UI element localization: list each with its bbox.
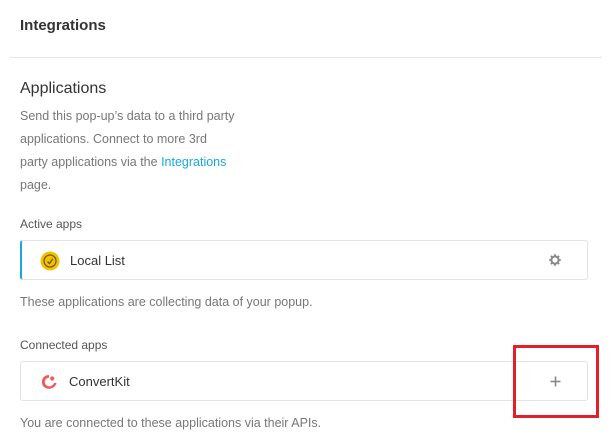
- applications-title: Applications: [20, 80, 107, 97]
- gear-icon[interactable]: [545, 250, 565, 270]
- connected-apps-label: Connected apps: [20, 338, 108, 352]
- local-list-icon: [40, 251, 60, 271]
- connected-apps-note: You are connected to these applications …: [20, 416, 322, 430]
- header-divider: [10, 57, 602, 58]
- active-apps-label: Active apps: [20, 217, 83, 231]
- integrations-link[interactable]: Integrations: [161, 155, 226, 169]
- active-app-local-list[interactable]: Local List: [20, 240, 588, 280]
- panel-header: Integrations: [0, 0, 610, 56]
- app-name: ConvertKit: [69, 374, 130, 389]
- app-name: Local List: [70, 253, 125, 268]
- convertkit-icon: [39, 372, 59, 392]
- panel-title: Integrations: [20, 17, 106, 34]
- connected-app-convertkit[interactable]: ConvertKit: [20, 361, 588, 401]
- highlight-annotation: [513, 345, 599, 418]
- applications-description: Send this pop-up’s data to a third party…: [20, 105, 235, 197]
- description-suffix: page.: [20, 178, 52, 192]
- active-apps-note: These applications are collecting data o…: [20, 295, 313, 309]
